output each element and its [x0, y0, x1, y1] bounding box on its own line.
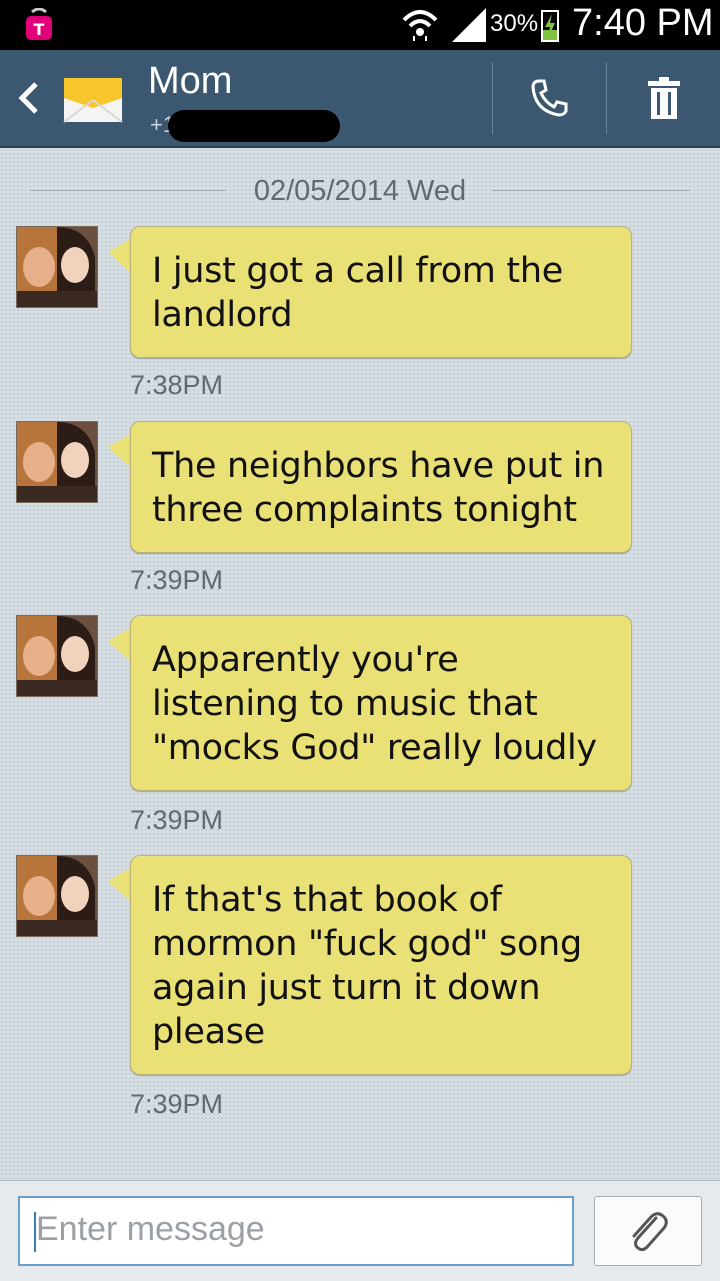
status-clock: 7:40 PM	[572, 2, 714, 44]
conversation-header: Mom +1	[0, 50, 720, 148]
date-separator: 02/05/2014 Wed	[30, 173, 690, 213]
redaction-mark	[168, 110, 340, 142]
bubble-tail	[108, 433, 132, 469]
signal-icon	[452, 8, 486, 42]
trash-icon	[648, 77, 680, 119]
contact-name: Mom	[148, 60, 233, 102]
back-icon[interactable]	[14, 80, 44, 116]
contact-avatar[interactable]	[16, 615, 98, 697]
date-label: 02/05/2014 Wed	[253, 175, 467, 207]
contact-avatar[interactable]	[16, 855, 98, 937]
message-bubble[interactable]: If that's that book of mormon "fuck god"…	[130, 855, 632, 1075]
phone-icon	[531, 79, 568, 117]
message-bubble[interactable]: I just got a call from the landlord	[130, 226, 632, 358]
carrier-icon: T	[26, 8, 52, 40]
battery-charging-icon	[541, 10, 559, 42]
message-text: Apparently you're listening to music tha…	[152, 640, 597, 768]
message-text: If that's that book of mormon "fuck god"…	[152, 880, 582, 1052]
bubble-tail	[108, 867, 132, 903]
bubble-tail	[108, 627, 132, 663]
header-divider	[492, 62, 493, 134]
message-input[interactable]: Enter message	[18, 1196, 574, 1266]
delete-button[interactable]	[608, 50, 720, 146]
message-time: 7:38PM	[130, 370, 224, 400]
contact-avatar[interactable]	[16, 226, 98, 308]
message-time: 7:39PM	[130, 1089, 224, 1119]
avatar-photo	[17, 422, 97, 502]
avatar-photo	[17, 227, 97, 307]
header-divider	[606, 62, 607, 134]
paperclip-icon	[632, 1212, 668, 1252]
avatar-photo	[17, 856, 97, 936]
composer-bar: Enter message	[0, 1180, 720, 1281]
message-text: I just got a call from the landlord	[152, 251, 563, 335]
battery-percent: 30%	[490, 10, 539, 37]
message-bubble[interactable]: Apparently you're listening to music tha…	[130, 615, 632, 791]
message-text: The neighbors have put in three complain…	[152, 446, 605, 530]
avatar-photo	[17, 616, 97, 696]
call-button[interactable]	[494, 50, 606, 146]
svg-text:T: T	[34, 20, 45, 39]
bubble-tail	[108, 238, 132, 274]
message-bubble[interactable]: The neighbors have put in three complain…	[130, 421, 632, 553]
attach-button[interactable]	[594, 1196, 702, 1266]
message-input-placeholder: Enter message	[36, 1210, 265, 1248]
message-list[interactable]: 02/05/2014 Wed I just got a call from th…	[0, 148, 720, 1180]
status-bar: T 30% 7:40 PM	[0, 0, 720, 50]
message-time: 7:39PM	[130, 565, 224, 595]
contact-avatar[interactable]	[16, 421, 98, 503]
message-time: 7:39PM	[130, 805, 224, 835]
wifi-icon	[402, 10, 438, 41]
envelope-icon	[63, 78, 123, 123]
